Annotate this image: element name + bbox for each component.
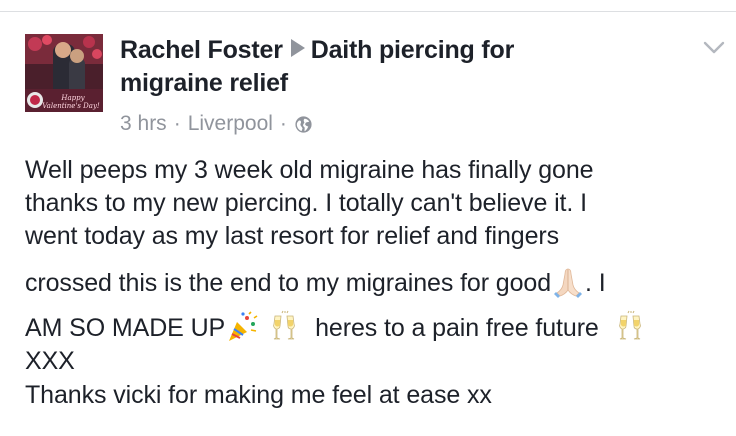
body-text-segment: AM SO MADE UP — [25, 314, 226, 342]
timestamp[interactable]: 3 hrs — [120, 110, 167, 138]
chevron-down-icon[interactable] — [703, 40, 725, 56]
globe-icon[interactable] — [294, 115, 313, 134]
folded-hands-emoji-icon — [551, 265, 585, 299]
group-link-line2[interactable]: migraine relief — [120, 69, 288, 97]
body-text-segment: . I — [585, 269, 606, 297]
body-line: XXX — [25, 347, 75, 375]
body-line: went today as my last resort for relief … — [25, 222, 560, 250]
author-link[interactable]: Rachel Foster — [120, 36, 283, 64]
post-header: Rachel Foster Daith piercing for migraine… — [120, 34, 660, 100]
clinking-glasses-emoji-icon — [267, 310, 301, 344]
avatar-image: Happy Valentine's Day! — [25, 34, 103, 112]
avatar-caption-line2: Valentine's Day! — [42, 102, 100, 110]
body-line: Well peeps my 3 week old migraine has fi… — [25, 156, 594, 184]
caret-right-icon — [290, 39, 305, 57]
body-text-segment: heres to a pain free future — [315, 314, 599, 342]
body-line: Thanks vicki for making me feel at ease … — [25, 381, 492, 409]
avatar-caption-line1: Happy — [60, 94, 85, 102]
location-link[interactable]: Liverpool — [188, 110, 273, 138]
meta-separator: · — [173, 112, 181, 135]
clinking-glasses-emoji-icon — [613, 310, 647, 344]
post-meta: 3 hrs · Liverpool · — [120, 110, 313, 138]
body-text-segment: crossed this is the end to my migraines … — [25, 269, 552, 297]
body-line: crossed this is the end to my migraines … — [25, 265, 725, 310]
post-body: Well peeps my 3 week old migraine has fi… — [25, 154, 725, 412]
meta-separator: · — [279, 112, 287, 135]
group-link-line1[interactable]: Daith piercing for — [311, 36, 515, 64]
party-popper-emoji-icon — [225, 310, 259, 344]
body-line: AM SO MADE UP heres to a pain free futur… — [25, 310, 725, 346]
facebook-post: Happy Valentine's Day! Rachel Foster Dait… — [0, 0, 736, 436]
avatar[interactable]: Happy Valentine's Day! — [25, 34, 103, 112]
body-line: thanks to my new piercing. I totally can… — [25, 189, 587, 217]
post-title: Rachel Foster Daith piercing for migraine… — [120, 34, 660, 100]
